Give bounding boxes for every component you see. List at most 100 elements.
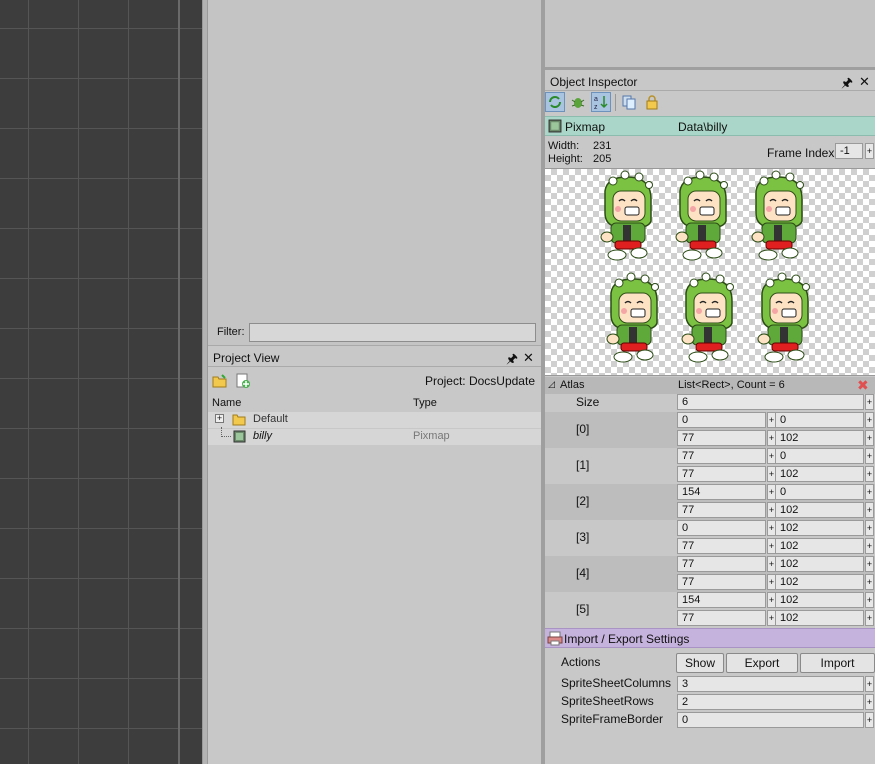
atlas-rect-y-field[interactable]: 0: [775, 448, 864, 464]
pixmap-header[interactable]: Pixmap Data\billy: [545, 116, 875, 136]
sprite-columns-field[interactable]: 3: [677, 676, 864, 692]
atlas-rect-h-field[interactable]: 102: [775, 430, 864, 446]
atlas-rect-w-field[interactable]: 77: [677, 466, 766, 482]
atlas-rect-w-field[interactable]: 77: [677, 610, 766, 626]
atlas-rect-h-field[interactable]: 102: [775, 538, 864, 554]
atlas-rect-w-field[interactable]: 77: [677, 502, 766, 518]
project-view-header: Name Type: [208, 394, 541, 414]
scene-viewport[interactable]: [0, 0, 202, 764]
expand-icon[interactable]: +: [215, 414, 224, 423]
svg-text:a: a: [594, 96, 598, 103]
atlas-rect-x-field[interactable]: 77: [677, 556, 766, 572]
sprite-frame-4: [681, 272, 735, 363]
atlas-rect-h-field[interactable]: 102: [775, 502, 864, 518]
filter-input[interactable]: [249, 323, 536, 342]
atlas-rect-label: [3]: [576, 530, 590, 544]
atlas-size-spinner[interactable]: +: [865, 394, 874, 410]
sprite-frame-3: [606, 272, 660, 363]
collapse-icon[interactable]: ◿: [548, 379, 555, 390]
show-button[interactable]: Show: [676, 653, 724, 673]
atlas-label: Atlas: [560, 379, 585, 391]
import-button[interactable]: Import: [800, 653, 875, 673]
atlas-rect-h-spinner[interactable]: +: [865, 502, 874, 518]
debug-bug-icon[interactable]: [568, 92, 588, 112]
atlas-rect-label: [1]: [576, 458, 590, 472]
project-view-panel: Project View 🖈 ✕ Project: DocsUpdate Nam…: [208, 349, 541, 764]
atlas-rect-label: [0]: [576, 422, 590, 436]
atlas-rect-w-field[interactable]: 77: [677, 430, 766, 446]
new-resource-icon[interactable]: [234, 372, 252, 390]
empty-dock-area-right: [545, 0, 875, 70]
tree-line: [221, 427, 231, 437]
import-export-header[interactable]: Import / Export Settings: [545, 628, 875, 648]
export-button[interactable]: Export: [726, 653, 798, 673]
width-label: Width:: [548, 140, 580, 152]
atlas-rect-x-field[interactable]: 0: [677, 412, 766, 428]
sprite-border-field[interactable]: 0: [677, 712, 864, 728]
atlas-header[interactable]: ◿ Atlas List<Rect>, Count = 6 ✖: [545, 377, 875, 394]
sprite-border-label: SpriteFrameBorder: [561, 712, 664, 726]
inspector-toolbar: az: [545, 91, 875, 115]
frame-index-spinner[interactable]: +: [865, 143, 874, 159]
toolbar-divider: [615, 94, 616, 111]
tree-item-default[interactable]: + Default: [208, 412, 541, 428]
atlas-rect-h-field[interactable]: 102: [775, 574, 864, 590]
atlas-rect-y-spinner[interactable]: +: [865, 448, 874, 464]
pixmap-path: Data\billy: [678, 120, 728, 134]
copy-icon[interactable]: [619, 92, 639, 112]
atlas-rect-h-field[interactable]: 102: [775, 466, 864, 482]
tree-item-billy[interactable]: billy Pixmap: [208, 427, 541, 446]
atlas-rect-y-field[interactable]: 102: [775, 556, 864, 572]
atlas-rect-y-spinner[interactable]: +: [865, 556, 874, 572]
atlas-rect-y-field[interactable]: 0: [775, 484, 864, 500]
atlas-rect-h-field[interactable]: 102: [775, 610, 864, 626]
atlas-rect-y-spinner[interactable]: +: [865, 592, 874, 608]
close-icon[interactable]: ✕: [523, 350, 534, 366]
atlas-rect-label: [5]: [576, 602, 590, 616]
sprite-columns-spinner[interactable]: +: [865, 676, 874, 692]
column-type[interactable]: Type: [413, 397, 437, 409]
tree-item-label: billy: [253, 430, 272, 442]
frame-index-field[interactable]: -1: [835, 143, 863, 159]
sprite-rows-field[interactable]: 2: [677, 694, 864, 710]
remove-icon[interactable]: ✖: [857, 377, 869, 394]
open-folder-icon[interactable]: [211, 372, 229, 390]
sprite-rows-label: SpriteSheetRows: [561, 694, 654, 708]
lock-icon[interactable]: [642, 92, 662, 112]
atlas-rect-h-spinner[interactable]: +: [865, 538, 874, 554]
sprite-columns-label: SpriteSheetColumns: [561, 676, 672, 690]
atlas-rect-w-field[interactable]: 77: [677, 538, 766, 554]
auto-refresh-icon[interactable]: [545, 92, 565, 112]
atlas-rect-label: [4]: [576, 566, 590, 580]
atlas-rect-h-spinner[interactable]: +: [865, 430, 874, 446]
atlas-rect-w-field[interactable]: 77: [677, 574, 766, 590]
atlas-rect-y-spinner[interactable]: +: [865, 484, 874, 500]
height-label: Height:: [548, 153, 583, 165]
tree-item-type: Pixmap: [413, 430, 450, 442]
actions-label: Actions: [561, 655, 601, 669]
atlas-rect-h-spinner[interactable]: +: [865, 466, 874, 482]
atlas-rect-y-spinner[interactable]: +: [865, 520, 874, 536]
atlas-rect-x-field[interactable]: 154: [677, 484, 766, 500]
sort-alphabetical-icon[interactable]: az: [591, 92, 611, 112]
pixmap-preview: [545, 168, 875, 376]
object-inspector-panel: Object Inspector 🖈 ✕ az Pixmap Data\bill…: [545, 73, 875, 764]
atlas-rect-y-field[interactable]: 102: [775, 592, 864, 608]
atlas-size-field[interactable]: 6: [677, 394, 864, 410]
sprite-border-spinner[interactable]: +: [865, 712, 874, 728]
close-icon[interactable]: ✕: [859, 74, 870, 90]
atlas-rect-x-field[interactable]: 154: [677, 592, 766, 608]
column-name[interactable]: Name: [212, 397, 241, 409]
atlas-rect-y-field[interactable]: 102: [775, 520, 864, 536]
atlas-rect-y-field[interactable]: 0: [775, 412, 864, 428]
project-view-toolbar: Project: DocsUpdate: [208, 368, 541, 394]
atlas-rect-x-field[interactable]: 0: [677, 520, 766, 536]
atlas-rect-x-field[interactable]: 77: [677, 448, 766, 464]
atlas-rect-h-spinner[interactable]: +: [865, 574, 874, 590]
pixmap-icon: [233, 430, 246, 446]
pixmap-dimensions: Width: 231 Height: 205 Frame Index -1 +: [545, 137, 875, 167]
sprite-rows-spinner[interactable]: +: [865, 694, 874, 710]
atlas-rect-h-spinner[interactable]: +: [865, 610, 874, 626]
atlas-rect-y-spinner[interactable]: +: [865, 412, 874, 428]
tree-item-label: Default: [253, 413, 288, 425]
